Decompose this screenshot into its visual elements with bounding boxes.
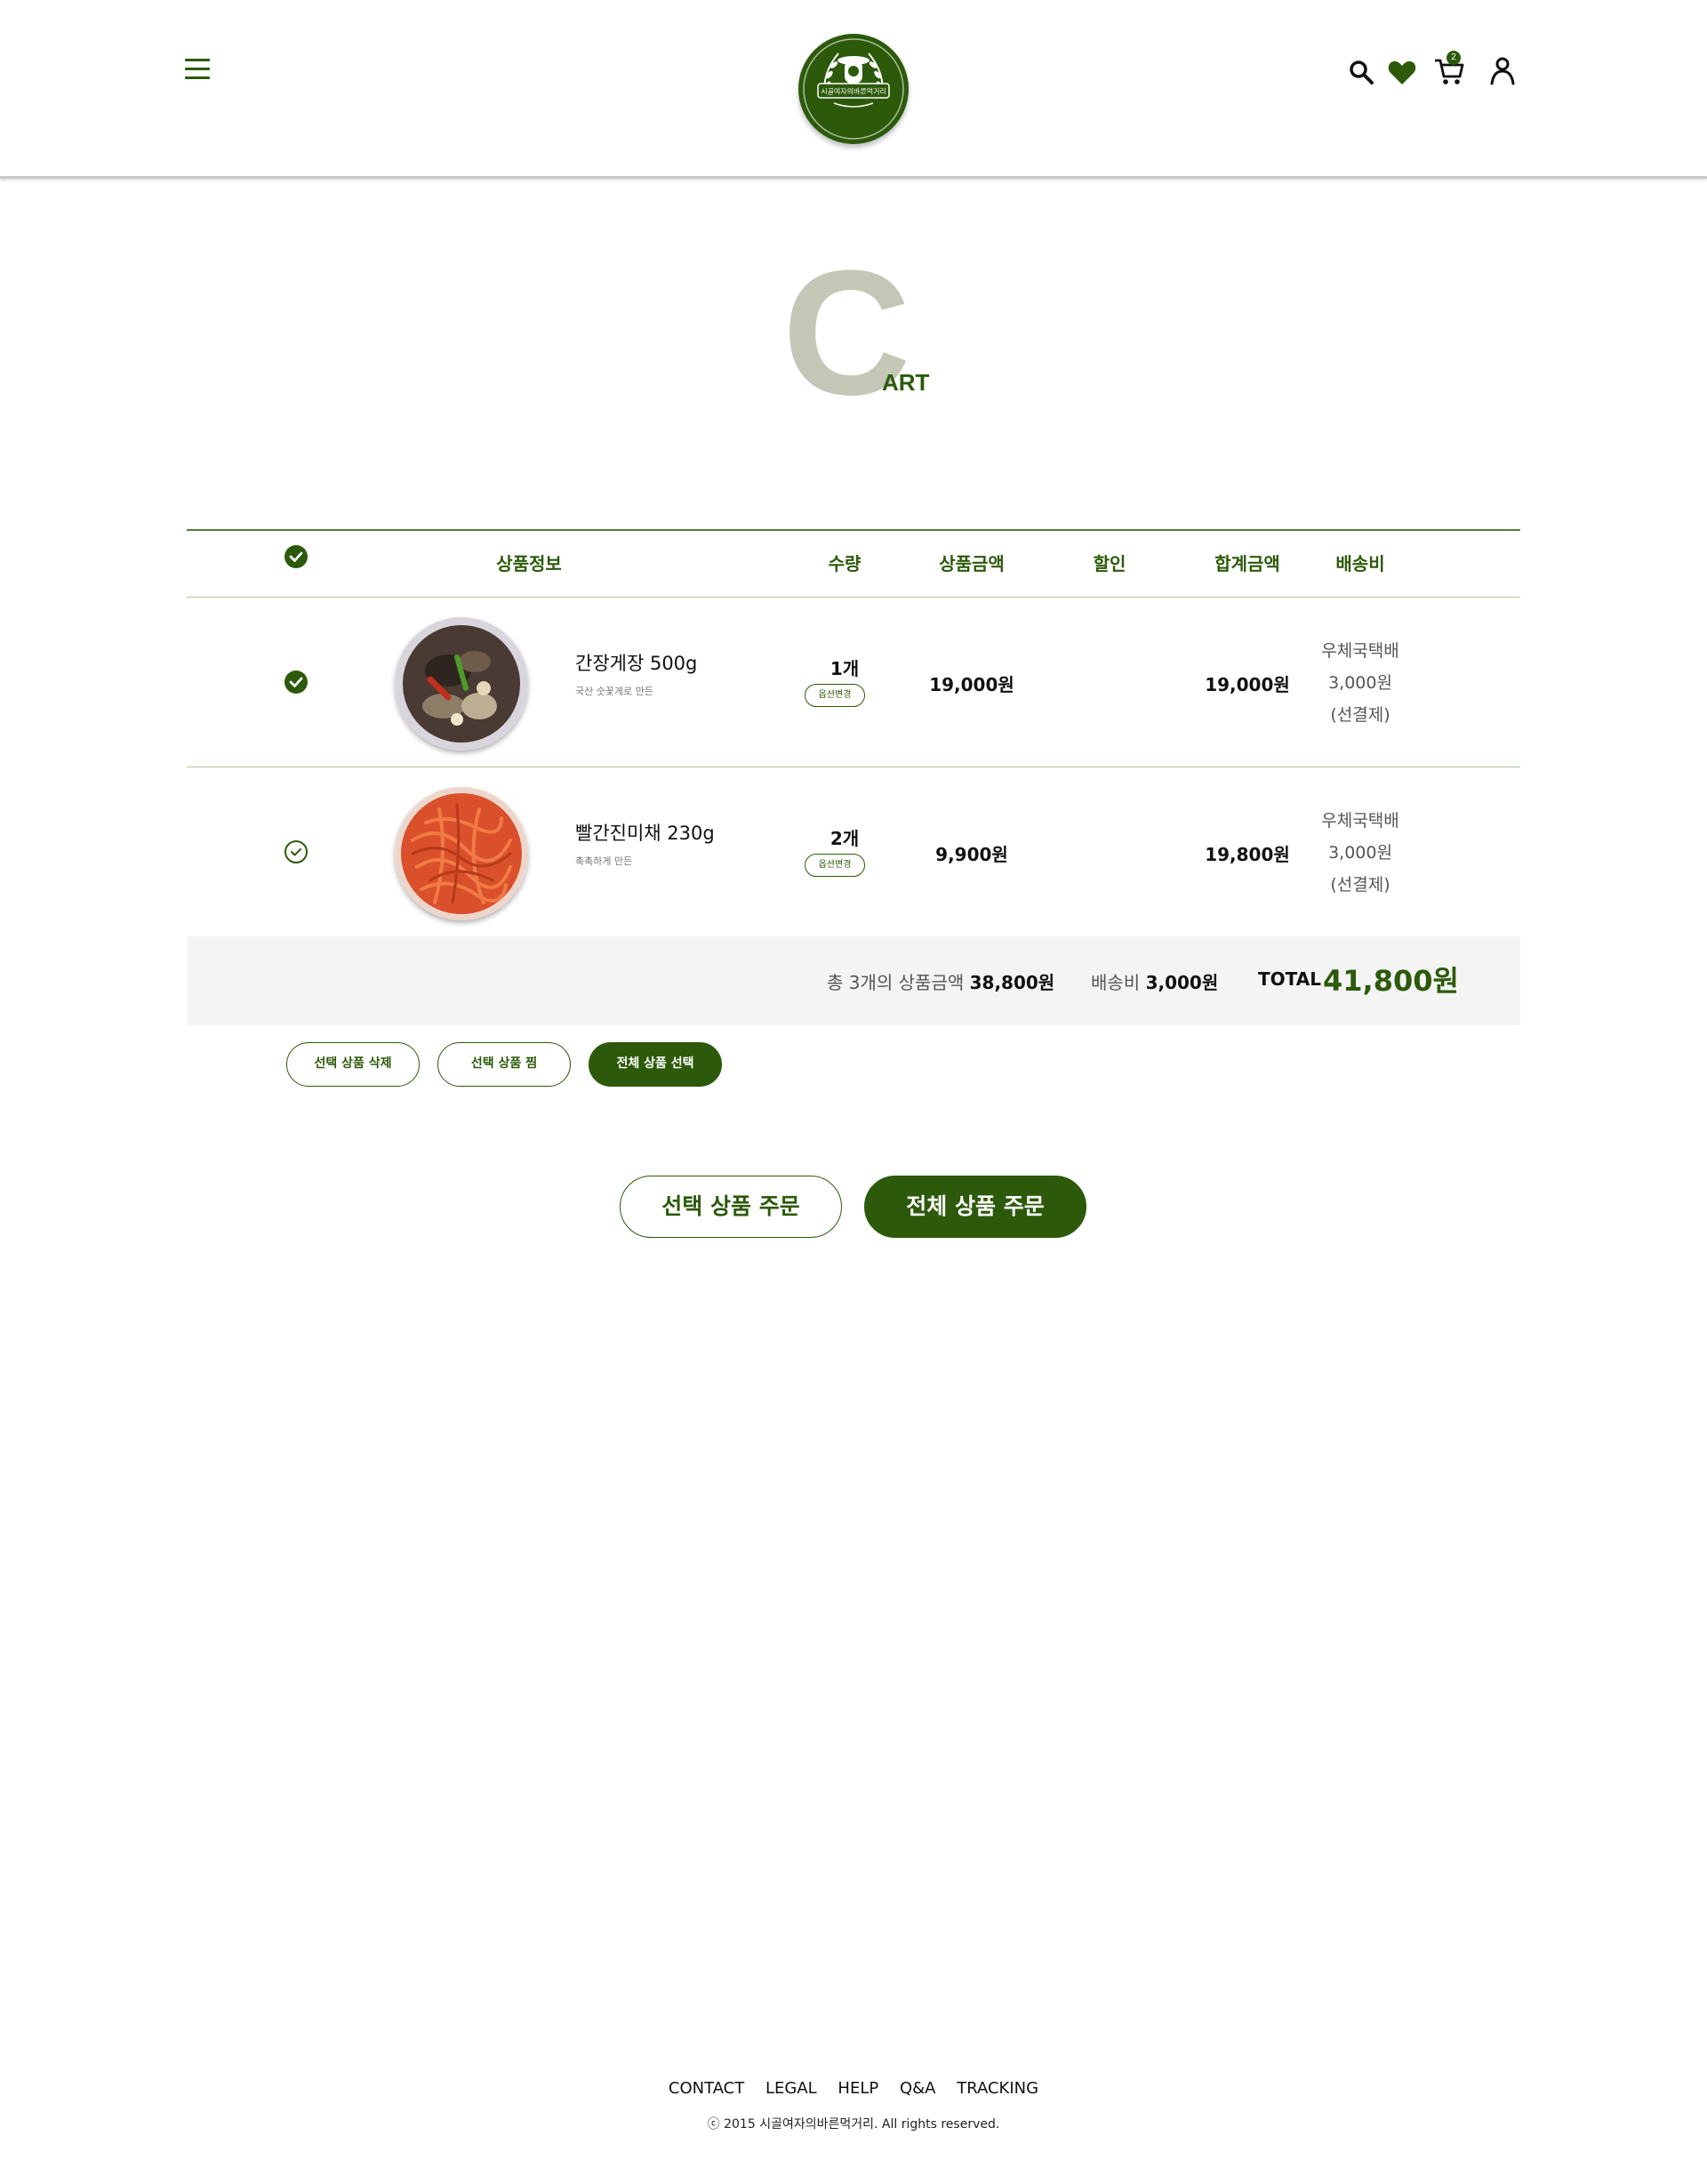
logo-text: 시골여자의바른먹거리: [821, 87, 886, 96]
brand-logo[interactable]: 시골여자의바른먹거리: [798, 34, 909, 144]
footer-link-qna[interactable]: Q&A: [900, 2079, 936, 2098]
page-title: C ART: [782, 245, 960, 422]
goods-total-value: 38,800원: [969, 972, 1055, 993]
header-price: 상품금액: [939, 553, 1005, 574]
goods-count-label: 총 3개의 상품금액: [827, 972, 965, 993]
shipping-note: (선결제): [1330, 705, 1390, 725]
header-product-info: 상품정보: [496, 553, 562, 574]
select-all-checkbox[interactable]: [284, 545, 308, 568]
product-description: 촉촉하게 만든: [575, 855, 633, 867]
option-change-button[interactable]: 옵션변경: [805, 684, 865, 707]
order-selected-button[interactable]: 선택 상품 주문: [620, 1176, 842, 1238]
product-price: 9,900원: [935, 844, 1008, 865]
shipping-total: 배송비 3,000원: [1091, 968, 1218, 994]
footer-link-help[interactable]: HELP: [837, 2079, 878, 2098]
order-summary: 총 3개의 상품금액 38,800원 배송비 3,000원 TOTAL 41,8…: [187, 936, 1520, 1025]
search-icon[interactable]: [1346, 57, 1378, 89]
copyright: ⓒ 2015 시골여자의바른먹거리. All rights reserved.: [707, 2117, 1000, 2132]
header-discount: 할인: [1093, 553, 1126, 574]
option-change-button[interactable]: 옵션변경: [805, 854, 865, 877]
cart-count-badge: 2: [1447, 51, 1461, 65]
shipping-method: 우체국택배: [1321, 811, 1399, 831]
product-name[interactable]: 간장게장 500g: [575, 649, 697, 676]
total-value: 41,800원: [1323, 964, 1459, 998]
heart-icon[interactable]: [1386, 57, 1418, 89]
shipping-total-value: 3,000원: [1145, 972, 1219, 993]
delete-selected-button[interactable]: 선택 상품 삭제: [286, 1042, 420, 1087]
product-thumbnail[interactable]: [395, 617, 528, 751]
page-title-rest: ART: [882, 369, 930, 396]
shipping-cost: 3,000원: [1328, 843, 1392, 863]
shipping-info: 우체국택배 3,000원 (선결제): [1294, 635, 1427, 731]
shipping-total-label: 배송비: [1091, 972, 1141, 993]
header-quantity: 수량: [828, 553, 862, 574]
cart-table: 상품정보 수량 상품금액 할인 합계금액 배송비 간장게장 500g 국산 숫꽃…: [187, 529, 1520, 937]
footer-nav: CONTACT LEGAL HELP Q&A TRACKING: [0, 2079, 1707, 2098]
user-icon[interactable]: [1487, 55, 1519, 87]
menu-icon[interactable]: [185, 59, 210, 80]
footer-link-tracking[interactable]: TRACKING: [957, 2079, 1038, 2098]
order-all-button[interactable]: 전체 상품 주문: [864, 1176, 1086, 1238]
goods-total: 총 3개의 상품금액 38,800원: [827, 968, 1054, 994]
footer-link-legal[interactable]: LEGAL: [765, 2079, 817, 2098]
select-all-button[interactable]: 전체 상품 선택: [589, 1042, 722, 1087]
table-row: 간장게장 500g 국산 숫꽃게로 만든 1개 옵션변경 19,000원 19,…: [187, 598, 1520, 767]
site-header: 시골여자의바른먹거리 2: [0, 0, 1707, 179]
product-price: 19,000원: [929, 674, 1014, 695]
shipping-note: (선결제): [1330, 875, 1390, 895]
table-header: 상품정보 수량 상품금액 할인 합계금액 배송비: [187, 529, 1520, 598]
product-description: 국산 숫꽃게로 만든: [575, 686, 653, 697]
row-checkbox[interactable]: [284, 670, 308, 694]
quantity-value: 1개: [829, 658, 860, 679]
total-label: TOTAL: [1258, 968, 1321, 990]
product-name[interactable]: 빨간진미채 230g: [575, 819, 715, 846]
wish-selected-button[interactable]: 선택 상품 찜: [437, 1042, 571, 1087]
header-shipping: 배송비: [1335, 553, 1385, 574]
shipping-cost: 3,000원: [1328, 673, 1392, 693]
table-row: 빨간진미채 230g 촉촉하게 만든 2개 옵션변경 9,900원 19,800…: [187, 767, 1520, 937]
footer-link-contact[interactable]: CONTACT: [669, 2079, 744, 2098]
shipping-method: 우체국택배: [1321, 641, 1399, 661]
quantity-value: 2개: [829, 828, 860, 849]
shipping-info: 우체국택배 3,000원 (선결제): [1294, 805, 1427, 901]
row-checkbox[interactable]: [284, 840, 308, 863]
product-thumbnail[interactable]: [395, 787, 528, 920]
